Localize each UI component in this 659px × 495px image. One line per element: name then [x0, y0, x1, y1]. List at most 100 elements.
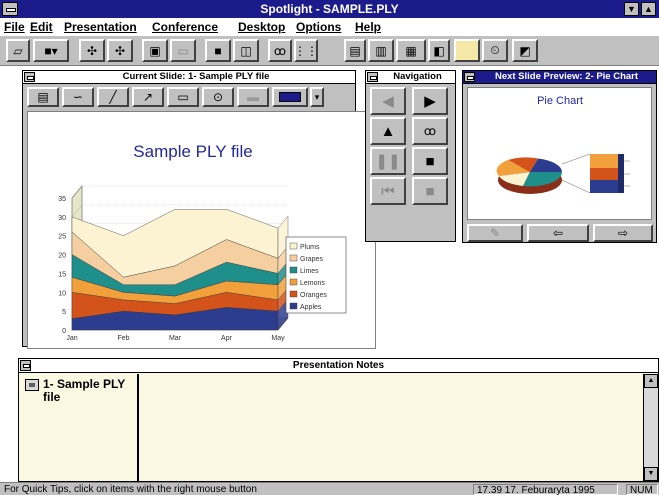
slide-options-button[interactable]: ■▾: [33, 39, 69, 62]
current-slide-canvas: Sample PLY file 0 5 10 15 20 25 30 35 Jan Feb Mar A…: [27, 111, 376, 349]
preview-forward-button[interactable]: ⇨: [593, 224, 653, 242]
connect-button[interactable]: ✣: [79, 39, 105, 62]
current-slide-caption: Current Slide: 1- Sample PLY file: [23, 71, 355, 84]
next-slide-button[interactable]: ▶: [412, 87, 448, 115]
binoculars-icon: ꝏ: [273, 43, 287, 58]
rectangle-tool-button[interactable]: ▭: [167, 87, 199, 107]
disconnect-button[interactable]: ✣: [107, 39, 133, 62]
x-tick-label: Feb: [117, 335, 129, 342]
slide-menu-icon: ■▾: [44, 43, 58, 58]
notes-window-button[interactable]: [454, 39, 480, 62]
left-arrow-icon: ⇦: [552, 226, 564, 240]
window-button-4[interactable]: ◧: [428, 39, 450, 62]
menu-conference[interactable]: Conference: [152, 20, 218, 34]
eraser-icon: ▬: [247, 90, 259, 104]
right-arrow-icon: ⇨: [617, 226, 629, 240]
color-swatch-icon: [279, 92, 301, 102]
notes-slide-item-label: 1- Sample PLY file: [43, 377, 126, 404]
monitor-button[interactable]: ■: [205, 39, 231, 62]
minimize-button[interactable]: ▼: [624, 2, 639, 16]
navigation-window-icon: ◧: [433, 43, 445, 58]
pie-chart-preview: Pie Chart: [496, 95, 630, 194]
preview-window-button[interactable]: ◩: [512, 39, 538, 62]
slide-title: Sample PLY file: [133, 142, 252, 161]
eraser-button[interactable]: ▬: [237, 87, 269, 107]
right-arrow-icon: ▶: [424, 93, 436, 110]
pointer-button[interactable]: ◫: [233, 39, 259, 62]
window-menu-box[interactable]: [24, 72, 35, 82]
navigation-caption-text: Navigation: [393, 71, 442, 82]
y-tick-label: 25: [58, 234, 66, 241]
notes-text-area[interactable]: [143, 374, 642, 481]
first-slide-button[interactable]: ▲: [370, 117, 406, 145]
navigation-caption: Navigation: [366, 71, 455, 84]
menu-file[interactable]: File: [4, 20, 25, 34]
arrow-icon: ↗: [142, 90, 154, 104]
window-title: Spotlight - SAMPLE.PLY: [260, 2, 399, 16]
window-menu-box[interactable]: [464, 72, 475, 82]
legend-swatch: [289, 266, 298, 274]
pause-button[interactable]: ❚❚: [370, 147, 406, 175]
slides-window-icon: ▥: [375, 43, 387, 58]
blank-screen-icon: ▭: [177, 43, 189, 58]
menu-desktop[interactable]: Desktop: [238, 20, 285, 34]
undo-ink-button[interactable]: ∽: [62, 87, 94, 107]
legend-label: Lemons: [300, 280, 325, 287]
window-button-1[interactable]: ▤: [344, 39, 366, 62]
pen-color-button[interactable]: [272, 87, 308, 107]
x-tick-label: Jan: [66, 335, 77, 342]
stop-button[interactable]: ■: [412, 177, 448, 205]
window-button-3[interactable]: ▦: [396, 39, 426, 62]
blank-button[interactable]: ▭: [170, 39, 196, 62]
find-slide-button[interactable]: ꝏ: [412, 117, 448, 145]
grid-button[interactable]: ⋮⋮: [294, 39, 318, 62]
preview-back-button[interactable]: ⇦: [527, 224, 589, 242]
ellipse-icon: ⊙: [212, 90, 224, 104]
legend-label: Apples: [300, 304, 322, 311]
previous-slide-button[interactable]: ◀: [370, 87, 406, 115]
status-datetime: 17.39 17. Feburaryta 1995: [473, 484, 618, 495]
pen-color-dropdown[interactable]: ▾: [310, 87, 324, 107]
find-button[interactable]: ꝏ: [268, 39, 292, 62]
sorter-window-icon: ▦: [405, 43, 417, 58]
navigation-window: Navigation ◀ ▶ ▲ ꝏ ❚❚ ■ ⏮ ■: [365, 70, 456, 242]
legend-swatch: [289, 242, 298, 250]
binoculars-icon: ꝏ: [423, 124, 437, 138]
notepad-icon: ✎: [489, 226, 501, 240]
ellipse-tool-button[interactable]: ⊙: [202, 87, 234, 107]
preview-caption: Next Slide Preview: 2- Pie Chart: [463, 71, 656, 84]
menu-presentation[interactable]: Presentation: [64, 20, 137, 34]
scroll-down-arrow[interactable]: ▼: [644, 467, 658, 481]
x-tick-label: May: [271, 335, 285, 342]
folder-icon: ▱: [13, 43, 23, 58]
show-slide-button[interactable]: ▣: [142, 39, 168, 62]
window-button-2[interactable]: ▥: [368, 39, 394, 62]
y-tick-label: 35: [58, 196, 66, 203]
menu-edit[interactable]: Edit: [30, 20, 53, 34]
go-to-start-button[interactable]: ⏮: [370, 177, 406, 205]
preview-edit-button[interactable]: ✎: [467, 224, 523, 242]
menu-help[interactable]: Help: [355, 20, 381, 34]
open-button[interactable]: ▱: [6, 39, 30, 62]
legend-label: Limes: [300, 268, 319, 275]
line-tool-button[interactable]: ╱: [97, 87, 129, 107]
legend-label: Plums: [300, 244, 320, 251]
show-screen-button[interactable]: ■: [412, 147, 448, 175]
y-tick-label: 10: [58, 290, 66, 297]
line-icon: ╱: [109, 90, 117, 104]
next-slide-preview-window: Next Slide Preview: 2- Pie Chart Pie Cha…: [462, 70, 657, 243]
menu-options[interactable]: Options: [296, 20, 341, 34]
arrow-tool-button[interactable]: ↗: [132, 87, 164, 107]
x-tick-label: Mar: [169, 335, 182, 342]
preview-canvas: Pie Chart: [467, 87, 652, 220]
maximize-button[interactable]: ▲: [641, 2, 656, 16]
notes-slide-item[interactable]: 1- Sample PLY file: [25, 378, 135, 404]
preview-slide-title: Pie Chart: [537, 95, 583, 107]
pie-graphic: [496, 153, 630, 194]
timer-button[interactable]: ⏲: [482, 39, 508, 62]
scroll-up-arrow[interactable]: ▲: [644, 374, 658, 388]
notes-caption-text: Presentation Notes: [292, 360, 385, 371]
slide-list-button[interactable]: ▤: [27, 87, 59, 107]
window-menu-box[interactable]: [367, 72, 378, 82]
notes-scrollbar[interactable]: ▲ ▼: [643, 374, 658, 481]
